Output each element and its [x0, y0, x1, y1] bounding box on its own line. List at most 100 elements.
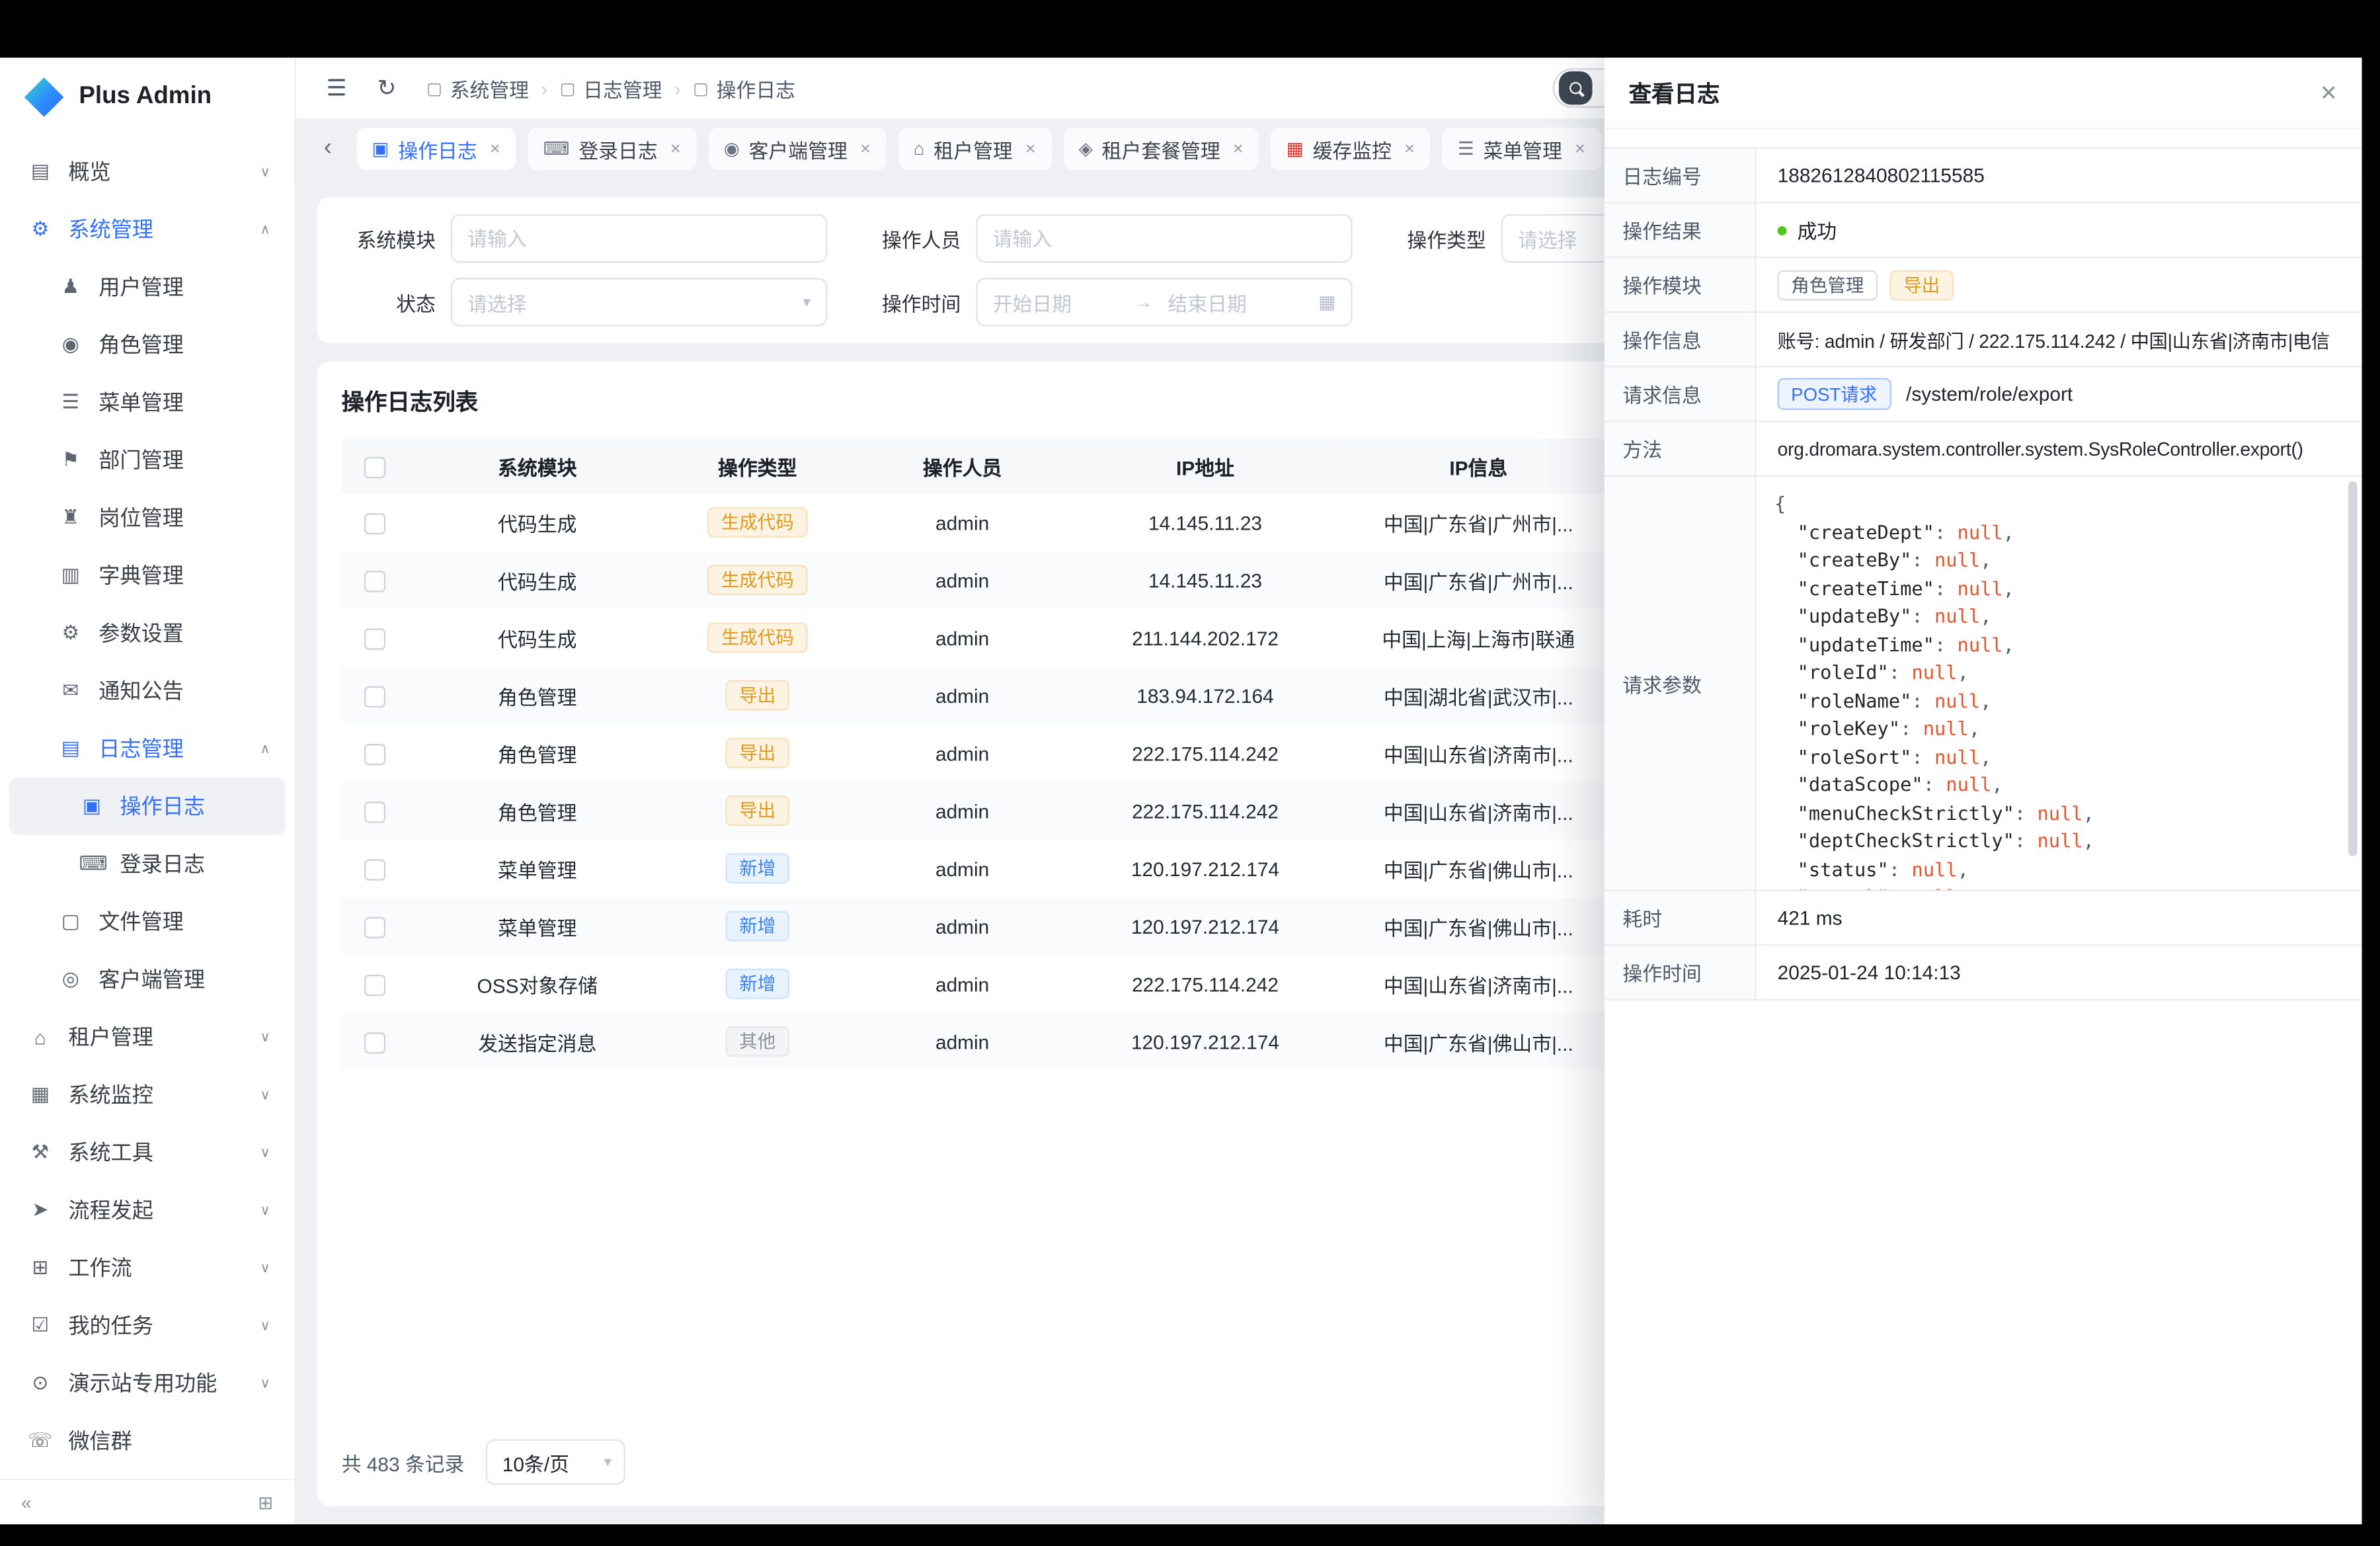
close-tab-icon[interactable]: ✕	[1232, 140, 1244, 157]
monitor-icon: ▦	[27, 1082, 53, 1107]
breadcrumb-item[interactable]: ▢操作日志	[693, 73, 795, 102]
row-checkbox-cell	[342, 782, 409, 839]
operator-input[interactable]	[976, 214, 1352, 263]
sidebar-item-wechat-group[interactable]: ☏微信群	[9, 1412, 286, 1469]
module-input[interactable]	[451, 214, 827, 263]
field-label: 日志编号	[1605, 149, 1757, 202]
menu-list-icon: ☰	[58, 390, 83, 415]
operation-type-tag: 生成代码	[707, 507, 808, 538]
breadcrumb-item[interactable]: ▢系统管理	[426, 73, 529, 102]
sidebar-item-file-management[interactable]: ▢文件管理	[9, 893, 286, 950]
table-row[interactable]: 角色管理导出admin222.175.114.242中国|山东省|济南市|...	[342, 782, 1623, 839]
sidebar-item-label: 操作日志	[120, 791, 205, 821]
close-tab-icon[interactable]: ✕	[1025, 140, 1036, 157]
logo-icon	[24, 77, 64, 117]
table-row[interactable]: 代码生成生成代码admin211.144.202.172中国|上海|上海市|联通	[342, 609, 1623, 667]
row-checkbox[interactable]	[364, 1032, 385, 1053]
arrow-right-icon: →	[1134, 292, 1153, 313]
json-line: "dataScope": null,	[1774, 771, 2344, 799]
breadcrumb-separator: ›	[541, 77, 547, 99]
close-tab-icon[interactable]: ✕	[489, 140, 500, 157]
refresh-icon[interactable]: ↻	[377, 75, 396, 102]
sidebar-item-workflow[interactable]: ⊞工作流∨	[9, 1239, 286, 1297]
scroll-tabs-left-icon[interactable]: ‹	[311, 135, 345, 162]
chevron-up-icon: ∧	[248, 740, 270, 756]
row-checkbox[interactable]	[364, 513, 385, 534]
select-all-checkbox[interactable]	[364, 457, 385, 478]
ip-cell: 120.197.212.174	[1076, 840, 1334, 897]
row-checkbox[interactable]	[364, 975, 385, 996]
row-checkbox[interactable]	[364, 916, 385, 938]
row-checkbox-cell	[342, 955, 409, 1012]
sidebar-item-log-management[interactable]: ▤日志管理∧	[9, 719, 286, 777]
sidebar-item-tenant-management[interactable]: ⌂租户管理∨	[9, 1008, 286, 1066]
row-checkbox[interactable]	[364, 686, 385, 707]
table-row[interactable]: 角色管理导出admin183.94.172.164中国|湖北省|武汉市|...	[342, 667, 1623, 724]
page-size-select[interactable]: 10条/页 ▾	[486, 1440, 625, 1485]
table-row[interactable]: 角色管理导出admin222.175.114.242中国|山东省|济南市|...	[342, 724, 1623, 782]
op-type-placeholder: 请选择	[1518, 224, 1577, 253]
sidebar-item-role-management[interactable]: ◉角色管理	[9, 316, 286, 374]
sidebar-item-notice[interactable]: ✉通知公告	[9, 662, 286, 719]
sidebar-item-demo-features[interactable]: ⊙演示站专用功能∨	[9, 1354, 286, 1412]
workflow-icon: ⊞	[27, 1256, 53, 1280]
row-checkbox[interactable]	[364, 628, 385, 649]
scrollbar-thumb[interactable]	[2348, 481, 2358, 857]
sidebar-item-overview[interactable]: ▤概览∨	[9, 143, 286, 200]
sidebar-item-dept-management[interactable]: ⚑部门管理	[9, 431, 286, 489]
type-cell: 其他	[666, 1012, 849, 1070]
sidebar-item-label: 登录日志	[120, 848, 205, 879]
chevron-down-icon: ∨	[248, 1144, 270, 1160]
tab-tenant-management[interactable]: ⌂租户管理✕	[898, 128, 1051, 170]
sidebar-item-post-management[interactable]: ♜岗位管理	[9, 489, 286, 546]
chevron-down-icon: ∨	[248, 1201, 270, 1218]
sidebar-item-user-management[interactable]: ♟用户管理	[9, 258, 286, 315]
sidebar-item-system-tools[interactable]: ⚒系统工具∨	[9, 1123, 286, 1181]
row-checkbox[interactable]	[364, 571, 385, 592]
tab-client-management[interactable]: ◉客户端管理✕	[709, 128, 887, 170]
filter-status: 状态 请选择 ▾	[342, 278, 828, 326]
operation-type-tag: 导出	[725, 795, 789, 826]
sidebar-item-process-start[interactable]: ➤流程发起∨	[9, 1181, 286, 1239]
close-tab-icon[interactable]: ✕	[859, 140, 871, 157]
sidebar-item-system-management[interactable]: ⚙系统管理∧	[9, 200, 286, 258]
collapse-menu-icon[interactable]: ☰	[327, 75, 347, 102]
tab-cache-monitor[interactable]: ▦缓存监控✕	[1271, 128, 1431, 170]
tab-menu-management[interactable]: ☰菜单管理✕	[1443, 128, 1601, 170]
row-checkbox[interactable]	[364, 859, 385, 880]
status-select[interactable]: 请选择 ▾	[451, 278, 827, 326]
close-tab-icon[interactable]: ✕	[1574, 140, 1585, 157]
row-checkbox[interactable]	[364, 744, 385, 765]
sidebar-item-dict-management[interactable]: ▥字典管理	[9, 547, 286, 604]
collapse-sidebar-icon[interactable]: «	[21, 1492, 31, 1513]
table-row[interactable]: 代码生成生成代码admin14.145.11.23中国|广东省|广州市|...	[342, 551, 1623, 608]
pin-sidebar-icon[interactable]: ⊞	[258, 1492, 273, 1513]
sidebar-item-label: 流程发起	[68, 1195, 153, 1225]
sidebar-item-client-management[interactable]: ◎客户端管理	[9, 950, 286, 1008]
row-checkbox[interactable]	[364, 801, 385, 823]
sidebar-item-operation-log[interactable]: ▣操作日志	[9, 778, 286, 835]
json-line: "createDept": null,	[1774, 518, 2344, 546]
sidebar-item-login-log[interactable]: ⌨登录日志	[9, 835, 286, 893]
table-row[interactable]: 代码生成生成代码admin14.145.11.23中国|广东省|广州市|...	[342, 493, 1623, 551]
table-row[interactable]: 发送指定消息其他admin120.197.212.174中国|广东省|佛山市|.…	[342, 1012, 1623, 1070]
table-row[interactable]: 菜单管理新增admin120.197.212.174中国|广东省|佛山市|...	[342, 840, 1623, 897]
tab-login-log[interactable]: ⌨登录日志✕	[528, 128, 697, 170]
table-row[interactable]: 菜单管理新增admin120.197.212.174中国|广东省|佛山市|...	[342, 897, 1623, 955]
operation-type-tag: 导出	[725, 680, 789, 711]
table-row[interactable]: OSS对象存储新增admin222.175.114.242中国|山东省|济南市|…	[342, 955, 1623, 1012]
ip-cell: 211.144.202.172	[1076, 609, 1334, 667]
tab-operation-log[interactable]: ▣操作日志✕	[357, 128, 516, 170]
column-header: 操作人员	[848, 439, 1076, 494]
sidebar-item-param-settings[interactable]: ⚙参数设置	[9, 604, 286, 662]
tab-label: 租户管理	[933, 134, 1012, 163]
sidebar-item-system-monitor[interactable]: ▦系统监控∨	[9, 1066, 286, 1123]
time-range-picker[interactable]: 开始日期 → 结束日期 ▦	[976, 278, 1352, 326]
breadcrumb-item[interactable]: ▢日志管理	[560, 73, 662, 102]
sidebar-item-menu-management[interactable]: ☰菜单管理	[9, 374, 286, 431]
close-tab-icon[interactable]: ✕	[670, 140, 681, 157]
sidebar-item-my-tasks[interactable]: ☑我的任务∨	[9, 1297, 286, 1354]
close-drawer-icon[interactable]: ✕	[2320, 80, 2338, 106]
tab-tenant-package[interactable]: ◈租户套餐管理✕	[1064, 128, 1259, 170]
close-tab-icon[interactable]: ✕	[1404, 140, 1415, 157]
